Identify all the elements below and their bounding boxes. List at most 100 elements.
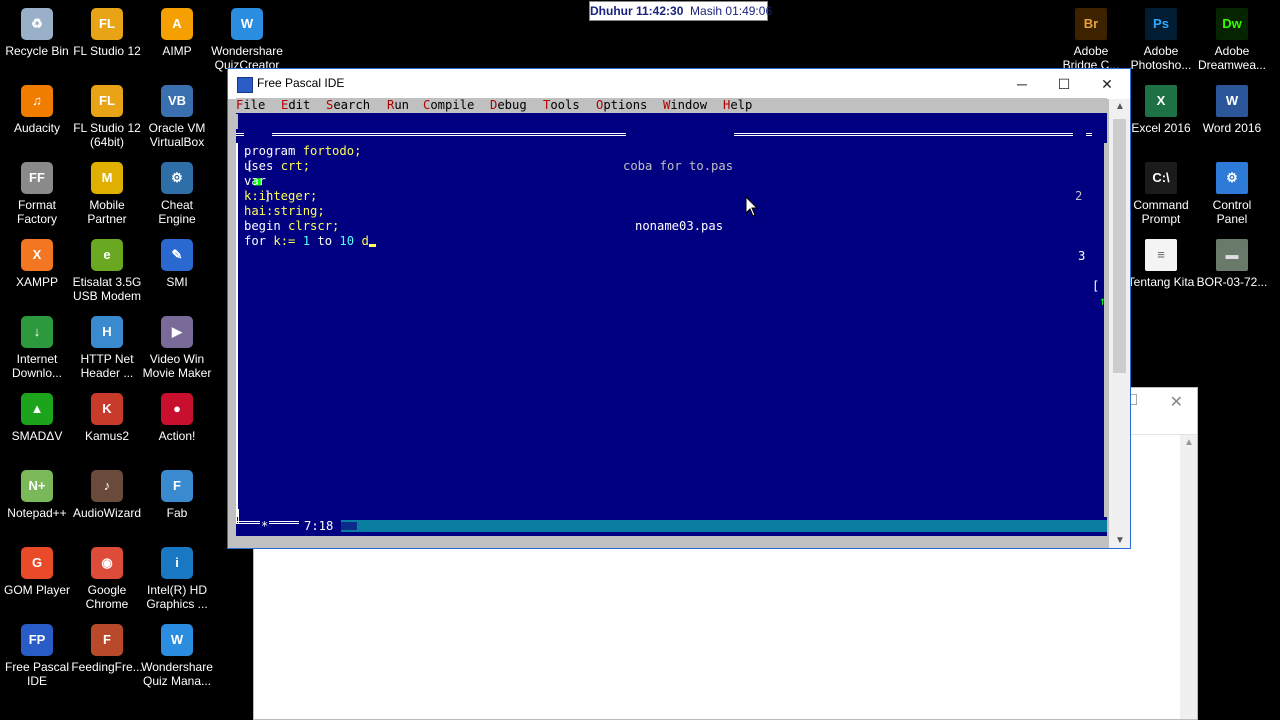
desktop-icon-fab[interactable]: F Fab bbox=[141, 470, 213, 520]
minimize-button[interactable]: ─ bbox=[1000, 69, 1044, 99]
code-line[interactable]: uses crt; bbox=[244, 159, 310, 174]
code-token: 1 bbox=[302, 234, 311, 248]
desktop-icon-adobe-bridge[interactable]: Br Adobe Bridge C... bbox=[1055, 8, 1127, 72]
desktop-icon-cheat-engine[interactable]: ⚙ Cheat Engine bbox=[141, 162, 213, 226]
idm-icon: ↓ bbox=[21, 316, 53, 348]
menu-item-options[interactable]: Options bbox=[596, 98, 647, 113]
desktop-icon-smadav[interactable]: ▲ SMADΔV bbox=[1, 393, 73, 443]
desktop-icon-document[interactable]: ≡ Tentang Kita bbox=[1125, 239, 1197, 289]
menu-item-edit[interactable]: Edit bbox=[281, 98, 310, 113]
virtualbox-icon: VB bbox=[161, 85, 193, 117]
desktop-icon-adobe-photoshop[interactable]: Ps Adobe Photosho... bbox=[1125, 8, 1197, 72]
adobe-bridge-icon: Br bbox=[1075, 8, 1107, 40]
movie-maker-icon: ▶ bbox=[161, 316, 193, 348]
desktop-icon-feedingfrenzy[interactable]: F FeedingFre... bbox=[71, 624, 143, 674]
free-pascal-icon: FP bbox=[21, 624, 53, 656]
desktop-icon-recycle-bin[interactable]: ♻ Recycle Bin bbox=[1, 8, 73, 58]
title-bar[interactable]: Free Pascal IDE ─ ☐ ✕ bbox=[228, 69, 1130, 99]
desktop-icon-control-panel[interactable]: ⚙ Control Panel bbox=[1196, 162, 1268, 226]
menu-label: ools bbox=[550, 98, 580, 112]
desktop-icon-etisalat[interactable]: e Etisalat 3.5G USB Modem bbox=[71, 239, 143, 303]
close-button[interactable]: ✕ bbox=[1085, 69, 1129, 99]
free-pascal-window[interactable]: Free Pascal IDE ─ ☐ ✕ File Edit Search Run C… bbox=[228, 69, 1130, 548]
scrollbar-thumb[interactable] bbox=[1113, 119, 1126, 373]
code-line[interactable]: hai:string; bbox=[244, 204, 325, 219]
desktop-icon-gom-player[interactable]: G GOM Player bbox=[1, 547, 73, 597]
desktop-icon-aimp[interactable]: A AIMP bbox=[141, 8, 213, 58]
menu-item-compile[interactable]: Compile bbox=[423, 98, 474, 113]
scroll-up-icon[interactable]: ▲ bbox=[1184, 437, 1194, 448]
menu-item-debug[interactable]: Debug bbox=[490, 98, 527, 113]
code-line[interactable]: begin clrscr; bbox=[244, 219, 339, 234]
back-window-title[interactable]: coba for to.pas bbox=[619, 159, 738, 174]
menu-item-window[interactable]: Window bbox=[663, 98, 707, 113]
desktop-icon-smi[interactable]: ✎ SMI bbox=[141, 239, 213, 289]
scroll-up-icon[interactable]: ▲ bbox=[1115, 101, 1125, 112]
desktop-icon-excel[interactable]: X Excel 2016 bbox=[1125, 85, 1197, 135]
maximize-button[interactable]: ☐ bbox=[1042, 69, 1086, 99]
window-vertical-scrollbar[interactable]: ▲ ▼ bbox=[1109, 99, 1130, 548]
desktop-icon-kamus[interactable]: K Kamus2 bbox=[71, 393, 143, 443]
desktop-icon-fl-studio[interactable]: FL FL Studio 12 bbox=[71, 8, 143, 58]
code-line[interactable]: var bbox=[244, 174, 266, 189]
menu-item-help[interactable]: Help bbox=[723, 98, 752, 113]
desktop-icon-intel-graphics[interactable]: i Intel(R) HD Graphics ... bbox=[141, 547, 213, 611]
code-token: begin bbox=[244, 219, 289, 233]
front-window-title[interactable]: noname03.pas bbox=[635, 219, 723, 234]
desktop-icon-quiz-manager[interactable]: W Wondershare Quiz Mana... bbox=[141, 624, 213, 688]
code-line[interactable]: program fortodo; bbox=[244, 144, 361, 159]
desktop-icon-idm[interactable]: ↓ Internet Downlo... bbox=[1, 316, 73, 380]
desktop-icon-chrome[interactable]: ◉ Google Chrome bbox=[71, 547, 143, 611]
editor-area[interactable]: coba for to.pas 2 [ ■ ] noname03.pas 3 [… bbox=[236, 113, 1107, 536]
code-line[interactable]: k:integer; bbox=[244, 189, 317, 204]
desktop-icon-xampp[interactable]: X XAMPP bbox=[1, 239, 73, 289]
command-prompt-icon: C:\ bbox=[1145, 162, 1177, 194]
desktop-icon-word[interactable]: W Word 2016 bbox=[1196, 85, 1268, 135]
background-close-icon[interactable]: ✕ bbox=[1170, 392, 1183, 412]
desktop-icon-label: Word 2016 bbox=[1202, 121, 1262, 135]
menu-item-tools[interactable]: Tools bbox=[543, 98, 580, 113]
code-token: crt; bbox=[280, 159, 311, 173]
desktop-icon-virtualbox[interactable]: VB Oracle VM VirtualBox bbox=[141, 85, 213, 149]
menu-bar: File Edit Search Run Compile Debug Tools Option… bbox=[236, 98, 1107, 113]
horizontal-scrollbar[interactable] bbox=[341, 520, 1107, 532]
etisalat-icon: e bbox=[91, 239, 123, 271]
menu-item-search[interactable]: Search bbox=[326, 98, 370, 113]
desktop-icon-label: Free Pascal IDE bbox=[4, 660, 70, 688]
code-line[interactable]: for k:= 1 to 10 d bbox=[244, 234, 376, 249]
desktop-icon-label: Kamus2 bbox=[84, 429, 130, 443]
xampp-icon: X bbox=[21, 239, 53, 271]
adobe-photoshop-icon: Ps bbox=[1145, 8, 1177, 40]
desktop-icon-label: SMI bbox=[166, 275, 188, 289]
desktop-icon-fl-studio-64[interactable]: FL FL Studio 12 (64bit) bbox=[71, 85, 143, 149]
desktop-icon-audiowizard[interactable]: ♪ AudioWizard bbox=[71, 470, 143, 520]
window-title: Free Pascal IDE bbox=[257, 76, 345, 90]
menu-item-run[interactable]: Run bbox=[387, 98, 409, 113]
menu-label: ompile bbox=[430, 98, 475, 112]
desktop-icon-command-prompt[interactable]: C:\ Command Prompt bbox=[1125, 162, 1197, 226]
desktop-icon-label: Oracle VM VirtualBox bbox=[148, 121, 206, 149]
desktop-icon-quizcreator[interactable]: W Wondershare QuizCreator bbox=[211, 8, 283, 72]
mobile-partner-icon: M bbox=[91, 162, 123, 194]
desktop-icon-label: FeedingFre... bbox=[71, 660, 143, 674]
desktop-icon-notepadpp[interactable]: N+ Notepad++ bbox=[1, 470, 73, 520]
intel-graphics-icon: i bbox=[161, 547, 193, 579]
frame-right-border bbox=[1104, 143, 1107, 517]
desktop-icon-format-factory[interactable]: FF Format Factory bbox=[1, 162, 73, 226]
desktop-icon-http-header[interactable]: H HTTP Net Header ... bbox=[71, 316, 143, 380]
desktop-icon-image-file[interactable]: ▬ BOR-03-72... bbox=[1196, 239, 1268, 289]
menu-item-file[interactable]: File bbox=[236, 98, 265, 113]
desktop-icon-adobe-dreamweaver[interactable]: Dw Adobe Dreamwea... bbox=[1196, 8, 1268, 72]
desktop-icon-audacity[interactable]: ♫ Audacity bbox=[1, 85, 73, 135]
action-icon: ● bbox=[161, 393, 193, 425]
desktop-icon-movie-maker[interactable]: ▶ Video Win Movie Maker bbox=[141, 316, 213, 380]
cursor-position: 7:18 bbox=[304, 519, 334, 533]
desktop-icon-mobile-partner[interactable]: M Mobile Partner bbox=[71, 162, 143, 226]
scroll-down-icon[interactable]: ▼ bbox=[1115, 535, 1125, 546]
scroll-left-arrow-icon[interactable] bbox=[341, 522, 357, 530]
desktop-icon-free-pascal[interactable]: FP Free Pascal IDE bbox=[1, 624, 73, 688]
desktop-icon-action[interactable]: ● Action! bbox=[141, 393, 213, 443]
desktop-icon-label: AIMP bbox=[162, 44, 192, 58]
code-token: clrscr; bbox=[288, 219, 340, 233]
background-scrollbar[interactable]: ▲ bbox=[1180, 435, 1197, 719]
